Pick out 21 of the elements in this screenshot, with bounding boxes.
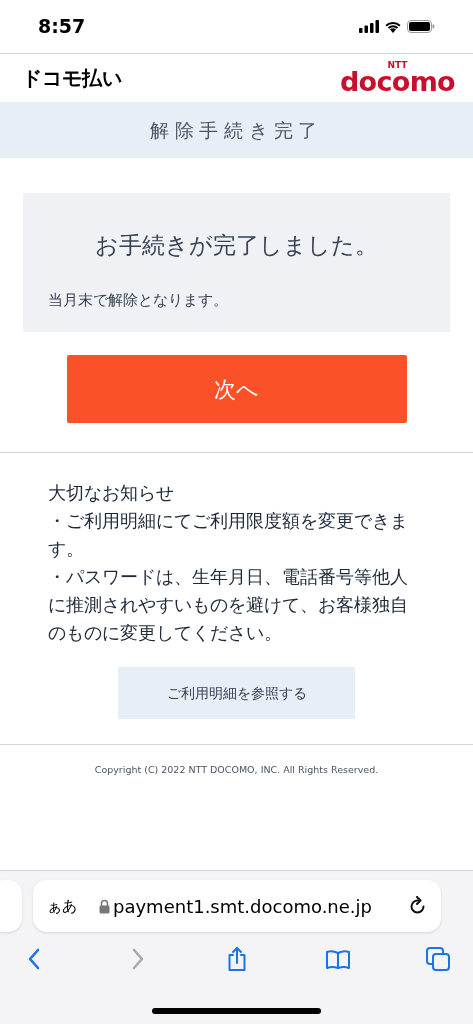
clock-time: 8:57	[38, 14, 86, 40]
wifi-icon	[384, 20, 402, 33]
result-message: 当月末で解除となります。	[48, 289, 229, 311]
tabs-icon[interactable]	[425, 946, 451, 972]
page-title: 解除手続き完了	[150, 117, 323, 143]
notice-item: ・ご利用明細にてご利用限度額を変更できます。	[48, 510, 409, 561]
notice-item: ・パスワードは、生年月日、電話番号等他人に推測されやすいものを避けて、お客様独自のものに変更してください。	[48, 566, 409, 645]
url-text: payment1.smt.docomo.ne.jp	[113, 894, 372, 919]
reload-icon[interactable]	[409, 896, 427, 916]
notice-heading: 大切なお知らせ	[48, 482, 175, 505]
result-title: お手続きが完了しました。	[94, 231, 379, 260]
docomo-logo: docomo	[339, 68, 455, 95]
lock-icon	[99, 898, 110, 914]
logo-label: NTT	[387, 61, 408, 70]
statement-button[interactable]: ご利用明細を参照する	[118, 667, 355, 719]
service-name: ドコモ払い	[22, 65, 122, 92]
battery-icon	[407, 20, 435, 33]
signal-icon	[359, 20, 379, 33]
address-bar[interactable]: ぁあ payment1.smt.docomo.ne.jp	[33, 880, 441, 932]
copyright-text: Copyright (C) 2022 NTT DOCOMO, INC. All Rights Reserved.	[94, 763, 379, 777]
text-size-button[interactable]: ぁあ	[47, 894, 77, 918]
